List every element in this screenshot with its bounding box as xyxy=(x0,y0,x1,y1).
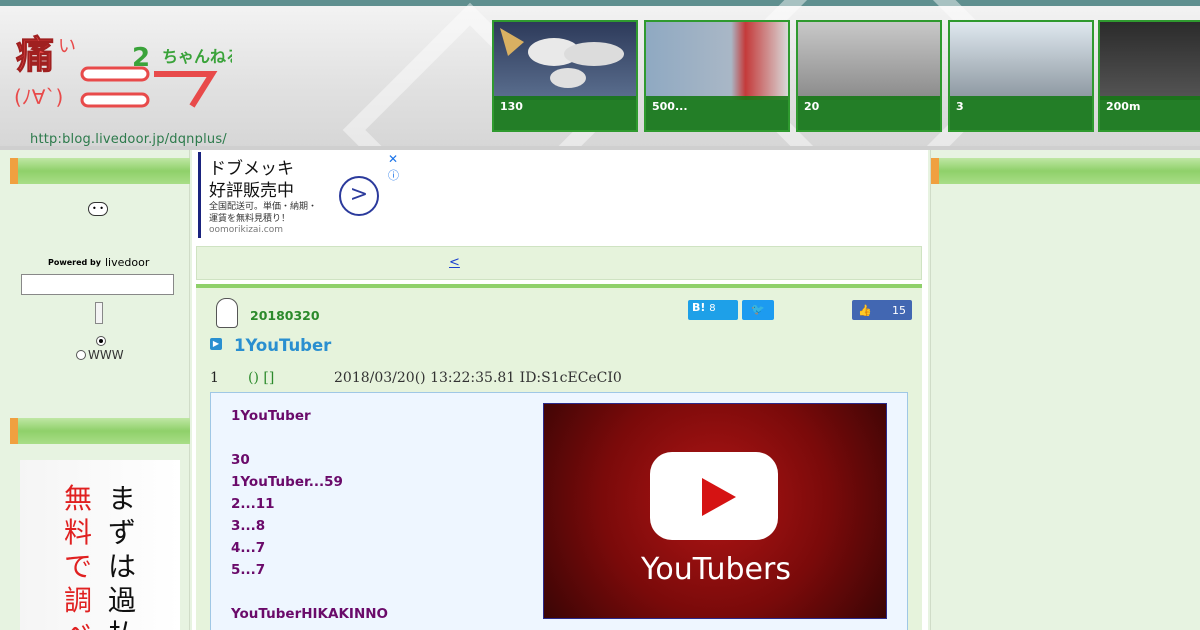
logo-url[interactable]: http:blog.livedoor.jp/dqnplus/ xyxy=(30,132,227,147)
logo-graphic: 痛 い (ﾉ∀`) 2 ちゃんねる xyxy=(14,33,242,110)
play-icon: ▶ xyxy=(210,338,222,350)
mascot-icon xyxy=(216,298,238,328)
header-thumbnail[interactable]: 20 xyxy=(796,20,942,132)
sidebar-ad-black-text: まずは過払 xyxy=(108,482,137,630)
main-content: ドブメッキ 好評販売中 全国配送可。単価・納期・ 運賃を無料見積り！ oomor… xyxy=(192,150,928,630)
powered-by-label: Powered by xyxy=(48,258,101,267)
post-navigation: < xyxy=(196,246,922,280)
body-line xyxy=(231,427,388,449)
facebook-like-button[interactable]: 👍 15 xyxy=(852,300,912,320)
search-button[interactable] xyxy=(95,302,103,324)
right-section-bar xyxy=(931,158,1200,184)
hatena-count: 8 xyxy=(709,303,716,314)
twitter-share-button[interactable]: 🐦 xyxy=(742,300,774,320)
livedoor-brand: livedoor xyxy=(105,256,150,269)
thumbnail-label: 130 xyxy=(494,96,636,130)
building-image xyxy=(646,22,788,100)
res-meta: 2018/03/20() 13:22:35.81 ID:S1cECeCI0 xyxy=(334,370,622,386)
ad-domain: oomorikizai.com xyxy=(209,225,284,235)
like-count: 15 xyxy=(892,303,906,317)
thumbnail-label: 3 xyxy=(950,96,1092,130)
left-sidebar: • • Powered by livedoor WWW 無料で調べ まずは過払 xyxy=(10,150,190,630)
thumbnail-label: 20 xyxy=(798,96,940,130)
sidebar-section-bar xyxy=(10,158,190,184)
res-name: () [] xyxy=(248,370,275,386)
thumbnail-label: 500... xyxy=(646,96,788,130)
thumbnail-label: 200m xyxy=(1100,96,1200,130)
sidebar-ad-banner[interactable]: 無料で調べ まずは過払 xyxy=(20,460,180,630)
body-line xyxy=(231,581,388,603)
thumbs-up-icon: 👍 xyxy=(858,303,872,317)
radio-blog[interactable] xyxy=(96,336,106,346)
youtubers-image[interactable]: YouTubers xyxy=(543,403,887,619)
info-icon[interactable]: ⓘ xyxy=(388,167,399,183)
radio-www-option[interactable]: WWW xyxy=(76,348,124,362)
res-number: 1 xyxy=(210,370,219,386)
hatena-icon: B! xyxy=(692,301,706,314)
post-body: 1YouTuber 30 1YouTuber...59 2...11 3...8… xyxy=(210,392,908,630)
svg-text:ちゃんねる: ちゃんねる xyxy=(162,47,232,66)
svg-text:い: い xyxy=(58,36,76,57)
twitter-icon: 🐦 xyxy=(751,303,765,316)
sidebar-ad-red-text: 無料で調べ xyxy=(64,482,93,630)
site-header: 痛 い (ﾉ∀`) 2 ちゃんねる http:blog.livedoor.jp/… xyxy=(0,0,1200,148)
tower-image xyxy=(950,22,1092,100)
body-line: 1YouTuber...59 xyxy=(231,474,343,490)
search-input[interactable] xyxy=(21,274,174,295)
police-station-image xyxy=(798,22,940,100)
world-map-graphic xyxy=(500,28,624,88)
face-icon: • • xyxy=(88,202,108,216)
hatena-bookmark-button[interactable]: B! 8 xyxy=(688,300,738,320)
site-logo[interactable]: 痛 い (ﾉ∀`) 2 ちゃんねる http:blog.livedoor.jp/… xyxy=(12,22,242,148)
body-line: 5...7 xyxy=(231,562,266,578)
svg-text:(ﾉ∀`): (ﾉ∀`) xyxy=(14,85,63,109)
body-line: 30 xyxy=(231,452,250,468)
header-thumbnail[interactable]: 3 xyxy=(948,20,1094,132)
right-sidebar xyxy=(930,150,1200,630)
sidebar-section-bar xyxy=(10,418,190,444)
radio-www-label: WWW xyxy=(88,348,124,362)
post-date: 20180320 xyxy=(250,308,320,323)
radio-www[interactable] xyxy=(76,350,86,360)
header-thumbnail[interactable]: 130 xyxy=(492,20,638,132)
body-line: 3...8 xyxy=(231,518,266,534)
powered-by-livedoor[interactable]: Powered by livedoor xyxy=(48,256,149,269)
body-line: 4...7 xyxy=(231,540,266,556)
article: 20180320 B! 8 🐦 👍 15 ▶ 1YouTuber 1 () []… xyxy=(196,284,922,630)
ad-headline-2: 好評販売中 xyxy=(209,181,294,201)
close-icon[interactable]: ✕ xyxy=(388,152,398,166)
prev-post-link[interactable]: < xyxy=(449,255,541,270)
image-caption: YouTubers xyxy=(641,552,791,587)
body-line: YouTuberHIKAKINNO xyxy=(231,606,389,622)
header-thumbnail[interactable]: 200m xyxy=(1098,20,1200,132)
header-thumbnail[interactable]: 500... xyxy=(644,20,790,132)
article-title[interactable]: 1YouTuber xyxy=(234,336,331,355)
body-line: 2...11 xyxy=(231,496,275,512)
svg-text:痛: 痛 xyxy=(16,33,54,77)
world-map-image xyxy=(494,22,636,100)
ad-line-2: 運賃を無料見積り！ xyxy=(209,214,291,224)
post-body-text: 1YouTuber 30 1YouTuber...59 2...11 3...8… xyxy=(231,405,388,625)
top-ad[interactable]: ドブメッキ 好評販売中 全国配送可。単価・納期・ 運賃を無料見積り！ oomor… xyxy=(198,152,399,238)
night-image xyxy=(1100,22,1200,100)
chevron-right-icon[interactable]: > xyxy=(339,176,379,216)
body-line: 1YouTuber xyxy=(231,408,311,424)
header-top-line xyxy=(0,0,1200,6)
